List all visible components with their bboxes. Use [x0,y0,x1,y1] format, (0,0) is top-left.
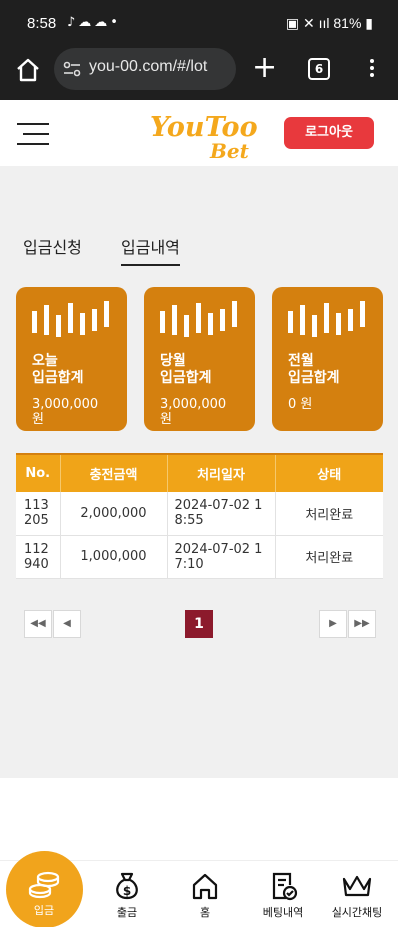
summary-card-today: 오늘 입금합계 3,000,000 원 [16,287,127,431]
table-row: 113 205 2,000,000 2024-07-02 1 8:55 처리완료 [16,492,383,536]
bar-chart-icon [160,301,237,337]
nav-label: 출금 [116,906,138,919]
cell-no: 112 940 [16,535,60,579]
url-text[interactable]: you-00.com/#/lot [89,58,229,76]
address-bar[interactable]: you-00.com/#/lot [54,48,236,90]
nav-item-live-chat[interactable]: 실시간채팅 [326,871,388,920]
column-header-amount: 충전금액 [59,453,167,492]
nav-label: 실시간채팅 [331,906,383,919]
cell-amount: 2,000,000 [59,492,167,536]
next-page-button[interactable]: ▶ [319,610,347,638]
betting-history-icon [272,872,298,901]
table-header-row: No. 충전금액 처리일자 상태 [16,453,383,492]
browser-menu-icon[interactable] [365,56,379,84]
notification-icons: ♪☁☁• [67,15,121,30]
site-settings-icon[interactable] [62,59,82,79]
pagination: ◀◀ ◀ 1 ▶ ▶▶ [24,610,376,638]
deposit-history-table: No. 충전금액 처리일자 상태 113 205 2,000,000 2024-0… [16,453,383,579]
column-header-date: 처리일자 [166,453,275,492]
summary-card-this-month: 당월 입금합계 3,000,000 원 [144,287,255,431]
card-value: 0 원 [288,397,313,412]
bottom-navigation: 입금 $ 출금 홈 베팅내역 실시간채팅 [0,851,398,927]
money-bag-icon: $ [116,872,138,900]
tab-switcher-button[interactable]: 6 [308,58,330,80]
site-header: YouToo Bet 로그아웃 [0,100,398,166]
cell-date: 2024-07-02 1 8:55 [166,492,275,536]
summary-card-last-month: 전월 입금합계 0 원 [272,287,383,431]
battery-level: 81% [333,15,362,31]
crown-icon [342,875,372,897]
cell-status: 처리완료 [274,535,383,579]
cell-amount: 1,000,000 [59,535,167,579]
main-content: 입금신청 입금내역 오늘 입금합계 3,000,000 원 당월 입금합계 3,000… [0,166,398,778]
cell-no: 113 205 [16,492,60,536]
new-tab-icon[interactable]: + [252,53,277,83]
coins-icon [28,871,60,899]
cell-status: 처리완료 [274,492,383,536]
youtoo-bet-logo[interactable]: YouToo Bet [148,106,258,162]
nav-item-betting-history[interactable]: 베팅내역 [258,871,308,920]
nav-label: 베팅내역 [262,906,304,919]
nav-label: 입금 [33,904,55,917]
hamburger-menu-icon[interactable] [17,123,49,145]
card-value: 3,000,000 원 [160,397,227,427]
column-header-no: No. [16,453,60,492]
card-label: 오늘 입금합계 [32,353,84,386]
card-label: 전월 입금합계 [288,353,340,386]
status-time: 8:58 [27,15,57,32]
browser-toolbar: you-00.com/#/lot + 6 [0,48,398,100]
status-system-icons: ▣ ✕ ııl 81% ▮ [285,15,373,31]
bar-chart-icon [32,301,109,337]
prev-page-button[interactable]: ◀ [53,610,81,638]
logout-button[interactable]: 로그아웃 [284,117,374,149]
nav-item-deposit[interactable]: 입금 [16,869,72,918]
nav-item-home[interactable]: 홈 [182,871,228,920]
nav-item-withdraw[interactable]: $ 출금 [102,871,152,920]
svg-text:$: $ [123,884,131,898]
logo-text-sub: Bet [209,139,250,162]
cell-date: 2024-07-02 1 7:10 [166,535,275,579]
table-row: 112 940 1,000,000 2024-07-02 1 7:10 처리완료 [16,535,383,579]
browser-home-icon[interactable] [14,56,42,84]
card-value: 3,000,000 원 [32,397,99,427]
status-bar: 8:58 ♪☁☁• ▣ ✕ ııl 81% ▮ [0,0,398,48]
last-page-button[interactable]: ▶▶ [348,610,376,638]
tab-deposit-history[interactable]: 입금내역 [121,234,180,266]
bar-chart-icon [288,301,365,337]
card-label: 당월 입금합계 [160,353,212,386]
nav-label: 홈 [199,906,211,919]
tab-deposit-request[interactable]: 입금신청 [23,234,82,266]
home-icon [192,873,218,900]
column-header-status: 상태 [274,453,383,492]
first-page-button[interactable]: ◀◀ [24,610,52,638]
browser-chrome: 8:58 ♪☁☁• ▣ ✕ ııl 81% ▮ you-00.com/#/lot… [0,0,398,100]
page-number-current[interactable]: 1 [185,610,213,638]
